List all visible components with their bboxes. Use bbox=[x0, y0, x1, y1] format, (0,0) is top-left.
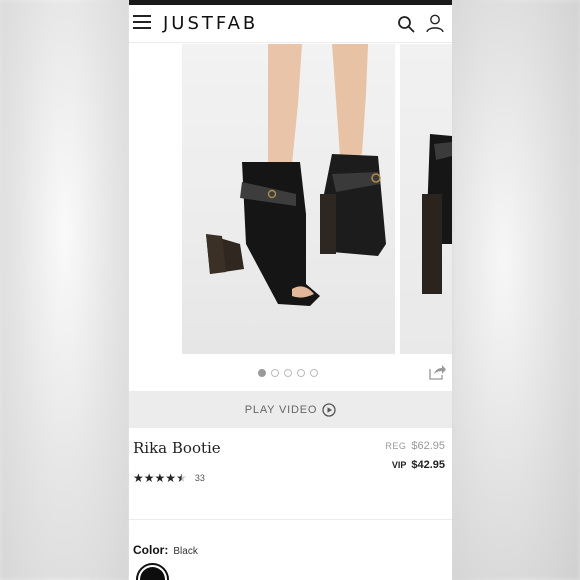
brand-logo[interactable]: JUSTFAB bbox=[163, 13, 258, 34]
product-image-next[interactable] bbox=[400, 44, 452, 354]
carousel-dot-1[interactable] bbox=[258, 369, 266, 377]
search-icon[interactable] bbox=[397, 15, 415, 33]
carousel-dot-4[interactable] bbox=[297, 369, 305, 377]
regular-price-label: REG bbox=[385, 441, 407, 451]
product-title: Rika Bootie bbox=[133, 439, 221, 457]
star-icon: ★ bbox=[165, 471, 177, 485]
star-icon: ★ bbox=[133, 471, 144, 485]
background-blur-right bbox=[452, 0, 580, 580]
product-image-carousel[interactable] bbox=[129, 44, 452, 356]
site-header: JUSTFAB bbox=[129, 5, 452, 43]
background-blur-left bbox=[0, 0, 130, 580]
half-star-icon: ★ bbox=[176, 471, 187, 485]
review-count-link[interactable]: 33 bbox=[195, 473, 205, 483]
regular-price-value: $62.95 bbox=[411, 440, 445, 452]
color-selector-heading: Color: Black bbox=[133, 543, 198, 557]
carousel-dot-3[interactable] bbox=[284, 369, 292, 377]
carousel-dot-5[interactable] bbox=[310, 369, 318, 377]
vip-price-value: $42.95 bbox=[411, 459, 445, 471]
carousel-dot-2[interactable] bbox=[271, 369, 279, 377]
play-video-button[interactable]: PLAY VIDEO bbox=[129, 391, 452, 428]
share-icon[interactable] bbox=[428, 364, 446, 380]
play-video-label: PLAY VIDEO bbox=[244, 403, 318, 416]
regular-price: REG $62.95 bbox=[385, 440, 445, 452]
play-circle-icon bbox=[322, 402, 336, 417]
hamburger-menu-icon[interactable] bbox=[133, 15, 151, 30]
star-rating[interactable]: ★ ★ ★ ★ ★ 33 bbox=[133, 472, 205, 484]
swatch-fill bbox=[140, 567, 165, 580]
product-image-main[interactable] bbox=[182, 44, 395, 354]
color-value: Black bbox=[173, 546, 198, 557]
color-label: Color: bbox=[133, 543, 169, 557]
carousel-pagination bbox=[258, 369, 318, 377]
user-account-icon[interactable] bbox=[425, 13, 445, 33]
mobile-page: JUSTFAB PLAY VIDEO Rika Bootie REG $62.9… bbox=[129, 0, 452, 580]
vip-price: VIP $42.95 bbox=[392, 459, 445, 471]
color-swatch-black[interactable] bbox=[136, 563, 169, 580]
star-icon: ★ bbox=[143, 471, 155, 485]
section-divider bbox=[129, 519, 452, 520]
star-icon: ★ bbox=[154, 471, 166, 485]
vip-price-label: VIP bbox=[391, 460, 407, 470]
